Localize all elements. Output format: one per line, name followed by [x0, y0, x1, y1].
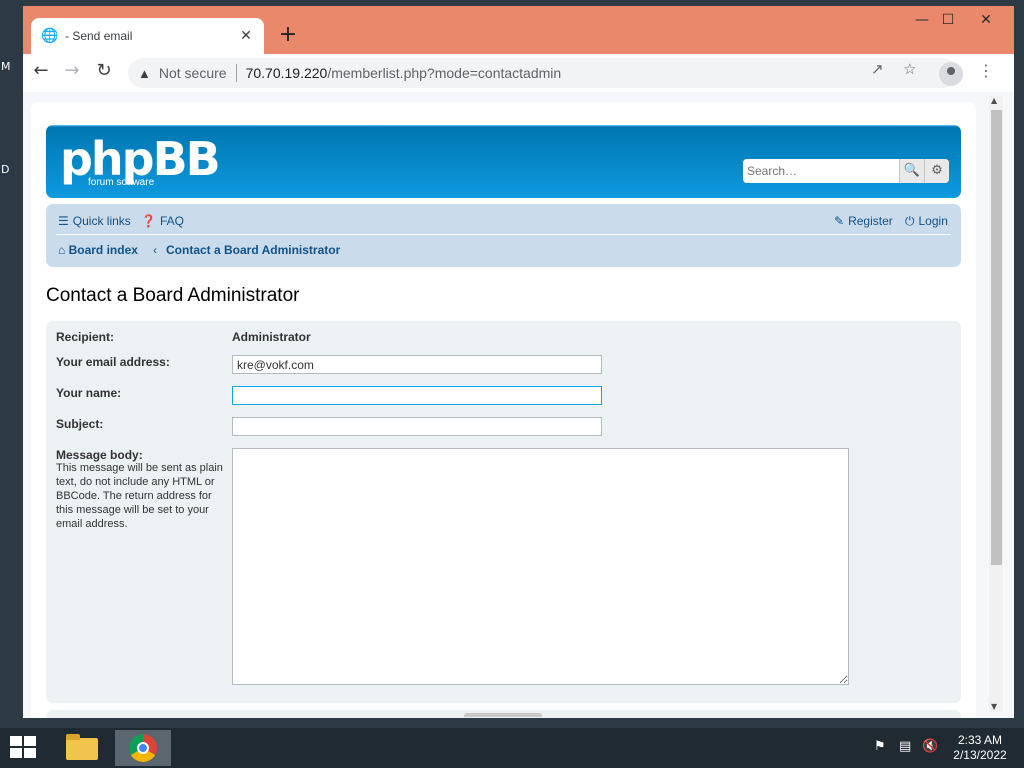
close-icon[interactable]: ✕: [238, 28, 254, 44]
contact-form-panel: Recipient: Administrator Your email addr…: [46, 321, 961, 703]
edit-icon: ✎: [834, 214, 845, 228]
register-label: Register: [848, 214, 893, 228]
omnibox-divider: [235, 64, 237, 82]
phpbb-logo[interactable]: phpBB: [60, 135, 221, 183]
navbar: ☰ Quick links ❓ FAQ ✎ Register ⏻ Login ⌂ Boa…: [46, 204, 961, 267]
browser-window: 🌐 - Send email ✕ + — ☐ ✕ ← → ↻ ▲ Not sec…: [23, 6, 1014, 718]
quick-links-menu[interactable]: ☰ Quick links: [58, 214, 131, 228]
submit-button[interactable]: [464, 713, 542, 717]
scroll-down-icon[interactable]: ▼: [991, 702, 997, 711]
url-text[interactable]: 70.70.19.220/memberlist.php?mode=contact…: [246, 65, 562, 81]
maximize-button[interactable]: ☐: [933, 12, 963, 28]
faq-link[interactable]: ❓ FAQ: [141, 214, 184, 228]
scrollbar-thumb[interactable]: [991, 110, 1002, 565]
taskbar-clock[interactable]: 2:33 AM 2/13/2022: [944, 733, 1016, 763]
reload-button[interactable]: ↻: [89, 60, 119, 81]
page-viewport: phpBB forum software 🔍 ⚙ ☰Quick links ❓F…: [23, 92, 1014, 718]
site-header: phpBB forum software 🔍 ⚙: [46, 125, 961, 198]
warning-icon[interactable]: ▲: [138, 66, 151, 81]
quick-links-label: Quick links: [72, 214, 131, 228]
page-title: Contact a Board Administrator: [46, 285, 300, 306]
tab-title: - Send email: [65, 29, 133, 43]
bookmark-star-icon[interactable]: ☆: [903, 60, 916, 78]
back-button[interactable]: ←: [26, 60, 56, 81]
desktop-icon-label-m: M: [1, 60, 11, 73]
message-help-text: This message will be sent as plain text,…: [56, 462, 223, 530]
chrome-icon: [129, 734, 157, 762]
forward-button[interactable]: →: [57, 60, 87, 81]
search-box: 🔍 ⚙: [743, 159, 949, 183]
taskbar: ⚑ ▤ 🔇 2:33 AM 2/13/2022: [0, 728, 1024, 768]
url-host: 70.70.19.220: [245, 65, 328, 81]
question-circle-icon: ❓: [141, 214, 156, 228]
share-icon[interactable]: ↗: [871, 60, 884, 78]
windows-start-icon[interactable]: [10, 736, 38, 760]
menu-dots-icon[interactable]: ⋮: [978, 61, 994, 80]
search-icon[interactable]: 🔍: [899, 159, 924, 183]
breadcrumb-board-index-label: Board index: [68, 243, 138, 257]
email-field[interactable]: [232, 355, 602, 374]
home-icon: ⌂: [58, 243, 66, 257]
email-label: Your email address:: [56, 355, 170, 369]
faq-label: FAQ: [159, 214, 184, 228]
recipient-label: Recipient:: [56, 330, 115, 344]
recipient-value: Administrator: [232, 330, 311, 344]
new-tab-button[interactable]: +: [276, 24, 300, 48]
navbar-divider: [56, 234, 951, 235]
login-link[interactable]: ⏻ Login: [905, 214, 948, 229]
breadcrumb-board-index[interactable]: ⌂ Board index: [58, 243, 138, 257]
volume-muted-icon[interactable]: 🔇: [922, 739, 938, 754]
action-center-flag-icon[interactable]: ⚑: [874, 739, 886, 754]
message-body-label: Message body:: [56, 448, 143, 462]
globe-icon: 🌐: [41, 28, 59, 44]
tab-strip: 🌐 - Send email ✕ + — ☐ ✕: [23, 6, 1014, 54]
subject-label: Subject:: [56, 417, 104, 431]
network-icon[interactable]: ▤: [899, 739, 911, 754]
scroll-up-icon[interactable]: ▲: [991, 96, 997, 105]
taskbar-chrome[interactable]: [115, 730, 171, 766]
register-link[interactable]: ✎ Register: [834, 214, 893, 228]
subject-field[interactable]: [232, 417, 602, 436]
hamburger-icon: ☰: [58, 214, 69, 228]
search-input[interactable]: [743, 159, 899, 183]
taskbar-file-explorer[interactable]: [54, 730, 110, 766]
profile-avatar[interactable]: [939, 62, 963, 86]
browser-tab-send-email[interactable]: 🌐 - Send email ✕: [31, 18, 264, 54]
name-field[interactable]: [232, 386, 602, 405]
logo-subtitle: forum software: [88, 177, 155, 188]
power-icon: ⏻: [905, 214, 915, 228]
url-path: /memberlist.php?mode=contactadmin: [327, 65, 562, 81]
clock-time: 2:33 AM: [957, 733, 1003, 747]
gear-icon[interactable]: ⚙: [924, 159, 949, 183]
name-label: Your name:: [56, 386, 122, 400]
submit-panel: [46, 710, 961, 718]
browser-toolbar: ← → ↻ ▲ Not secure 70.70.19.220/memberli…: [23, 54, 1014, 92]
folder-icon: [66, 734, 98, 760]
security-label[interactable]: Not secure: [159, 65, 227, 81]
address-bar[interactable]: ▲ Not secure 70.70.19.220/memberlist.php…: [128, 58, 958, 88]
breadcrumb-contact-admin[interactable]: Contact a Board Administrator: [166, 243, 340, 257]
close-window-button[interactable]: ✕: [971, 12, 1001, 28]
desktop-icon-label-d: D: [1, 163, 10, 176]
clock-date: 2/13/2022: [953, 748, 1007, 762]
login-label: Login: [918, 214, 948, 228]
breadcrumb-separator-icon: ‹: [153, 243, 157, 257]
message-body-textarea[interactable]: [232, 448, 849, 685]
